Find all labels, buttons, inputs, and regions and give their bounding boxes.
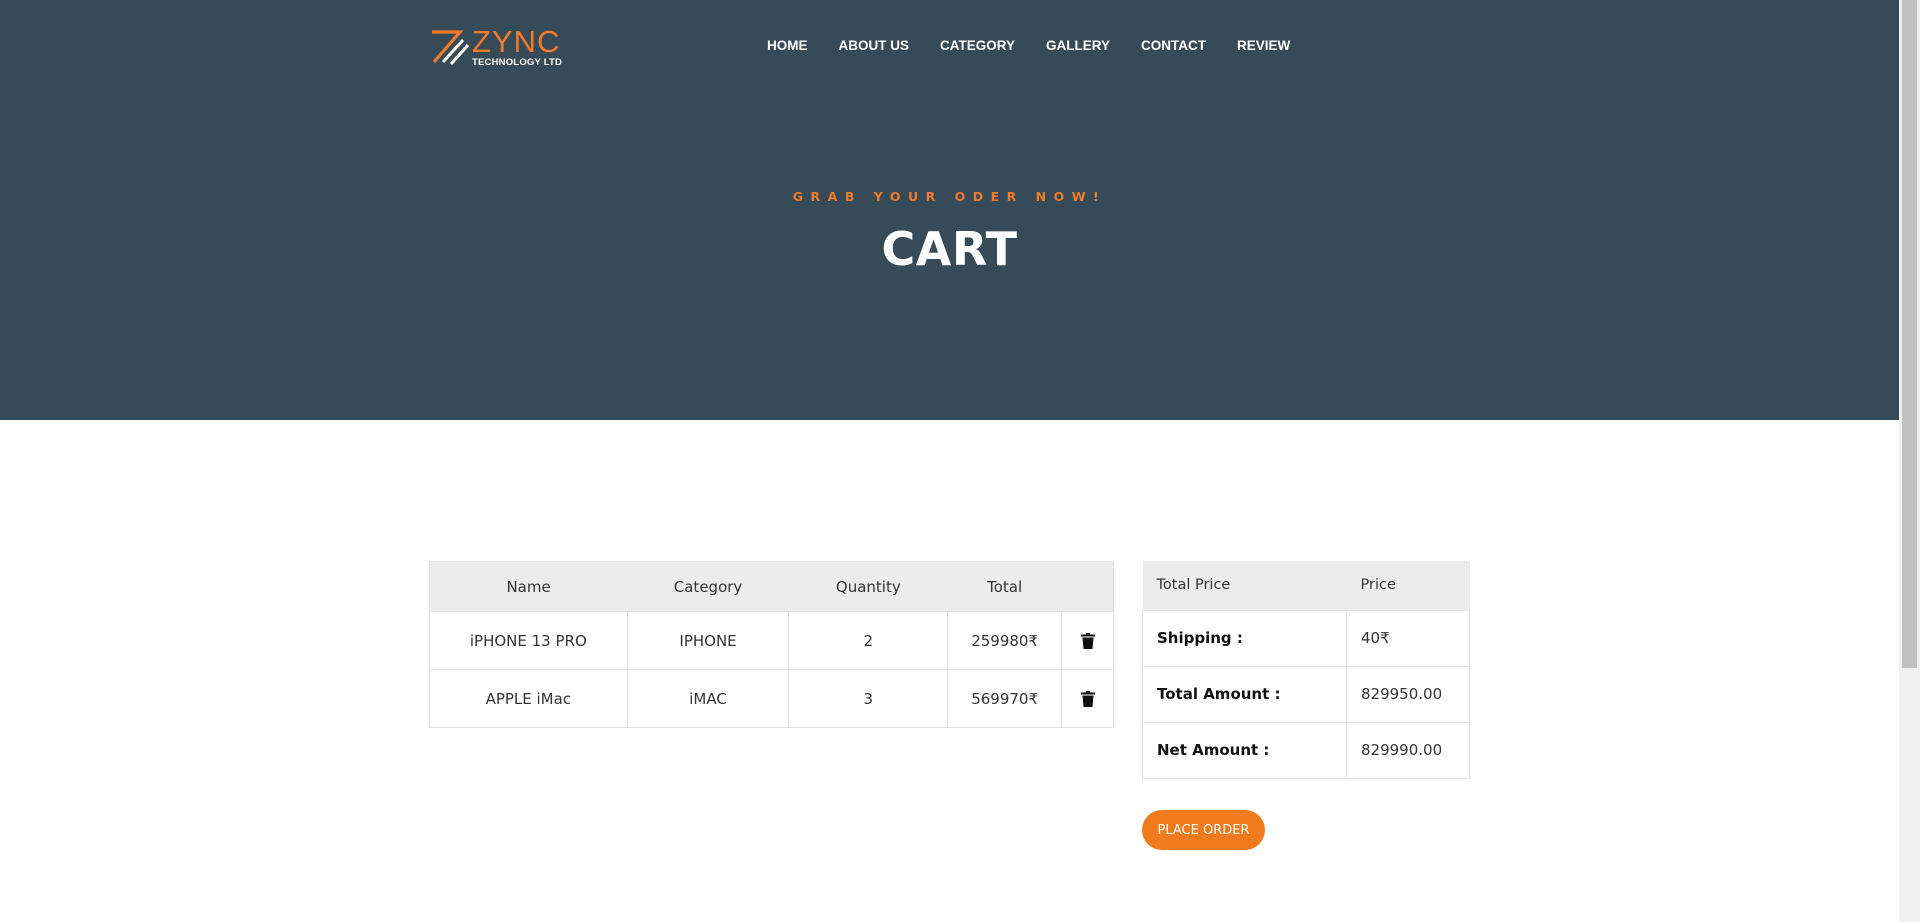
trash-icon[interactable] <box>1080 691 1095 707</box>
summary-row-net-amount: Net Amount : 829990.00 <box>1142 721 1470 779</box>
brand-tagline: TECHNOLOGY LTD <box>472 57 563 69</box>
cell-name: iPHONE 13 PRO <box>429 611 628 670</box>
scrollbar-thumb[interactable] <box>1902 0 1917 668</box>
column-header-name: Name <box>429 561 628 612</box>
vertical-scrollbar[interactable] <box>1899 0 1920 922</box>
logo-mark-icon <box>432 30 470 66</box>
total-amount-value: 829950.00 <box>1346 665 1470 723</box>
nav-item-review[interactable]: REVIEW <box>1237 38 1290 53</box>
delete-cell <box>1061 611 1114 670</box>
cell-category: iMAC <box>626 669 790 728</box>
hero-subtitle: GRAB YOUR ODER NOW! <box>792 189 1107 204</box>
main-nav: HOME ABOUT US CATEGORY GALLERY CONTACT R… <box>767 38 1290 53</box>
delete-cell <box>1061 669 1114 728</box>
column-header-actions <box>1061 561 1114 612</box>
cart-header-row: Name Category Quantity Total <box>429 561 1114 612</box>
total-amount-label: Total Amount : <box>1142 665 1347 723</box>
nav-item-contact[interactable]: CONTACT <box>1141 38 1206 53</box>
cell-total: 569970₹ <box>947 669 1063 728</box>
cell-category: IPHONE <box>626 611 790 670</box>
cell-total: 259980₹ <box>947 611 1063 670</box>
trash-icon[interactable] <box>1080 633 1095 649</box>
column-header-quantity: Quantity <box>788 561 948 612</box>
column-header-total: Total <box>947 561 1062 612</box>
net-amount-label: Net Amount : <box>1142 721 1347 779</box>
page-title: CART <box>881 222 1018 276</box>
nav-item-gallery[interactable]: GALLERY <box>1046 38 1110 53</box>
summary-header-value: Price <box>1346 561 1470 610</box>
nav-item-home[interactable]: HOME <box>767 38 808 53</box>
cell-quantity: 3 <box>788 669 949 728</box>
nav-item-about-us[interactable]: ABOUT US <box>839 38 910 53</box>
summary-row-total-amount: Total Amount : 829950.00 <box>1142 665 1470 723</box>
table-row: APPLE iMac iMAC 3 569970₹ <box>429 669 1114 728</box>
brand-logo[interactable]: ZYNC TECHNOLOGY LTD <box>430 26 570 68</box>
summary-header-label: Total Price <box>1142 561 1347 610</box>
column-header-category: Category <box>627 561 789 612</box>
place-order-button[interactable]: PLACE ORDER <box>1142 810 1265 850</box>
nav-item-category[interactable]: CATEGORY <box>940 38 1015 53</box>
order-summary-table: Total Price Price Shipping : 40₹ Total A… <box>1142 561 1470 779</box>
logo-text: ZYNC TECHNOLOGY LTD <box>472 26 562 68</box>
hero-header: ZYNC TECHNOLOGY LTD HOME ABOUT US CATEGO… <box>0 0 1899 420</box>
net-amount-value: 829990.00 <box>1346 721 1470 779</box>
cell-name: APPLE iMac <box>429 669 628 728</box>
table-row: iPHONE 13 PRO IPHONE 2 259980₹ <box>429 611 1114 670</box>
page: ZYNC TECHNOLOGY LTD HOME ABOUT US CATEGO… <box>0 0 1899 922</box>
shipping-label: Shipping : <box>1142 609 1347 667</box>
cell-quantity: 2 <box>788 611 949 670</box>
cart-table: Name Category Quantity Total iPHONE 13 P… <box>429 561 1114 728</box>
summary-header-row: Total Price Price <box>1142 561 1470 610</box>
brand-name: ZYNC <box>472 24 561 60</box>
shipping-value: 40₹ <box>1346 609 1470 667</box>
summary-row-shipping: Shipping : 40₹ <box>1142 609 1470 667</box>
